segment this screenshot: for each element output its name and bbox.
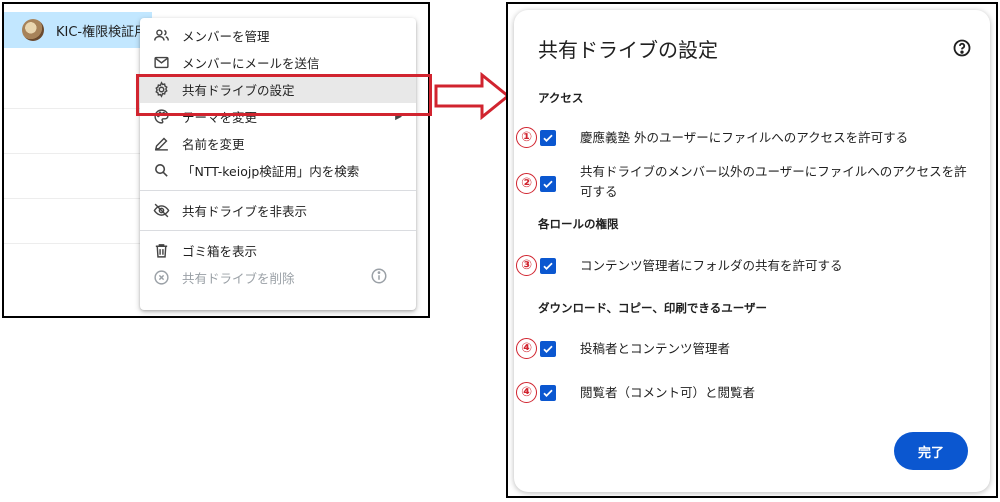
menu-item-rename[interactable]: 名前を変更 (140, 130, 416, 157)
info-icon[interactable] (370, 267, 388, 288)
menu-item-email-members[interactable]: メンバーにメールを送信 (140, 49, 416, 76)
checkbox-external-access[interactable] (540, 130, 556, 146)
option-label: コンテンツ管理者にフォルダの共有を許可する (580, 258, 843, 273)
menu-item-show-trash[interactable]: ゴミ箱を表示 (140, 237, 416, 264)
option-label: 閲覧者（コメント可）と閲覧者 (580, 385, 756, 400)
menu-item-label: メンバーにメールを送信 (182, 56, 320, 71)
close-circle-icon (152, 269, 170, 287)
checkbox-contributors-managers[interactable] (540, 341, 556, 357)
number-badge: ① (516, 127, 537, 148)
menu-item-label: 「NTT-keiojp検証用」内を検索 (182, 164, 360, 179)
right-arrow-icon (434, 72, 511, 120)
mail-icon (152, 54, 170, 72)
section-title-download-copy-print: ダウンロード、コピー、印刷できるユーザー (538, 301, 767, 315)
pencil-icon (152, 135, 170, 153)
section-title-role-permissions: 各ロールの権限 (538, 217, 619, 231)
number-badge: ② (516, 173, 537, 194)
people-icon (152, 27, 170, 45)
menu-item-delete-drive: 共有ドライブを削除 (140, 264, 416, 291)
dialog-title: 共有ドライブの設定 (538, 38, 718, 62)
check-icon (543, 180, 553, 188)
menu-item-manage-members[interactable]: メンバーを管理 (140, 22, 416, 49)
context-menu: メンバーを管理 メンバーにメールを送信 共有ドライブの設定 テーマを変更 ▶ 名… (140, 18, 416, 310)
background-list (4, 64, 144, 314)
menu-divider (140, 230, 416, 231)
checkbox-manager-folder-sharing[interactable] (540, 258, 556, 274)
menu-item-label: 共有ドライブを非表示 (182, 204, 308, 219)
shared-drive-settings-dialog: 共有ドライブの設定 アクセス ① 慶應義塾 外のユーザーにファイルへのアクセスを… (514, 10, 990, 492)
option-label: 投稿者とコンテンツ管理者 (580, 341, 731, 356)
section-title-access: アクセス (538, 91, 584, 105)
menu-item-label: ゴミ箱を表示 (182, 244, 258, 259)
check-icon (543, 389, 553, 397)
number-badge: ④ (516, 338, 537, 359)
check-icon (543, 134, 553, 142)
option-label: 慶應義塾 外のユーザーにファイルへのアクセスを許可する (580, 130, 909, 145)
checkbox-commenters-viewers[interactable] (540, 385, 556, 401)
menu-item-label: 名前を変更 (182, 137, 245, 152)
done-button[interactable]: 完了 (894, 432, 968, 470)
settings-screenshot-panel: 共有ドライブの設定 アクセス ① 慶應義塾 外のユーザーにファイルへのアクセスを… (506, 2, 998, 498)
eye-off-icon (152, 202, 170, 220)
number-badge: ④ (516, 382, 537, 403)
check-icon (543, 345, 553, 353)
search-icon (152, 162, 170, 180)
check-icon (543, 262, 553, 270)
menu-item-label: 共有ドライブを削除 (182, 271, 295, 286)
drive-avatar (22, 19, 44, 41)
menu-item-hide-drive[interactable]: 共有ドライブを非表示 (140, 197, 416, 224)
checkbox-non-member-access[interactable] (540, 176, 556, 192)
menu-divider (140, 190, 416, 191)
help-icon[interactable] (952, 38, 972, 58)
number-badge: ③ (516, 255, 537, 276)
menu-item-label: メンバーを管理 (182, 29, 270, 44)
drive-name: KIC-権限検証用 (56, 24, 148, 40)
shared-drive-row[interactable]: KIC-権限検証用 (4, 12, 152, 48)
option-label: 共有ドライブのメンバー以外のユーザーにファイルへのアクセスを許可する (580, 164, 967, 199)
settings-highlight-box (136, 74, 432, 116)
trash-icon (152, 242, 170, 260)
menu-item-search-in-drive[interactable]: 「NTT-keiojp検証用」内を検索 (140, 157, 416, 184)
